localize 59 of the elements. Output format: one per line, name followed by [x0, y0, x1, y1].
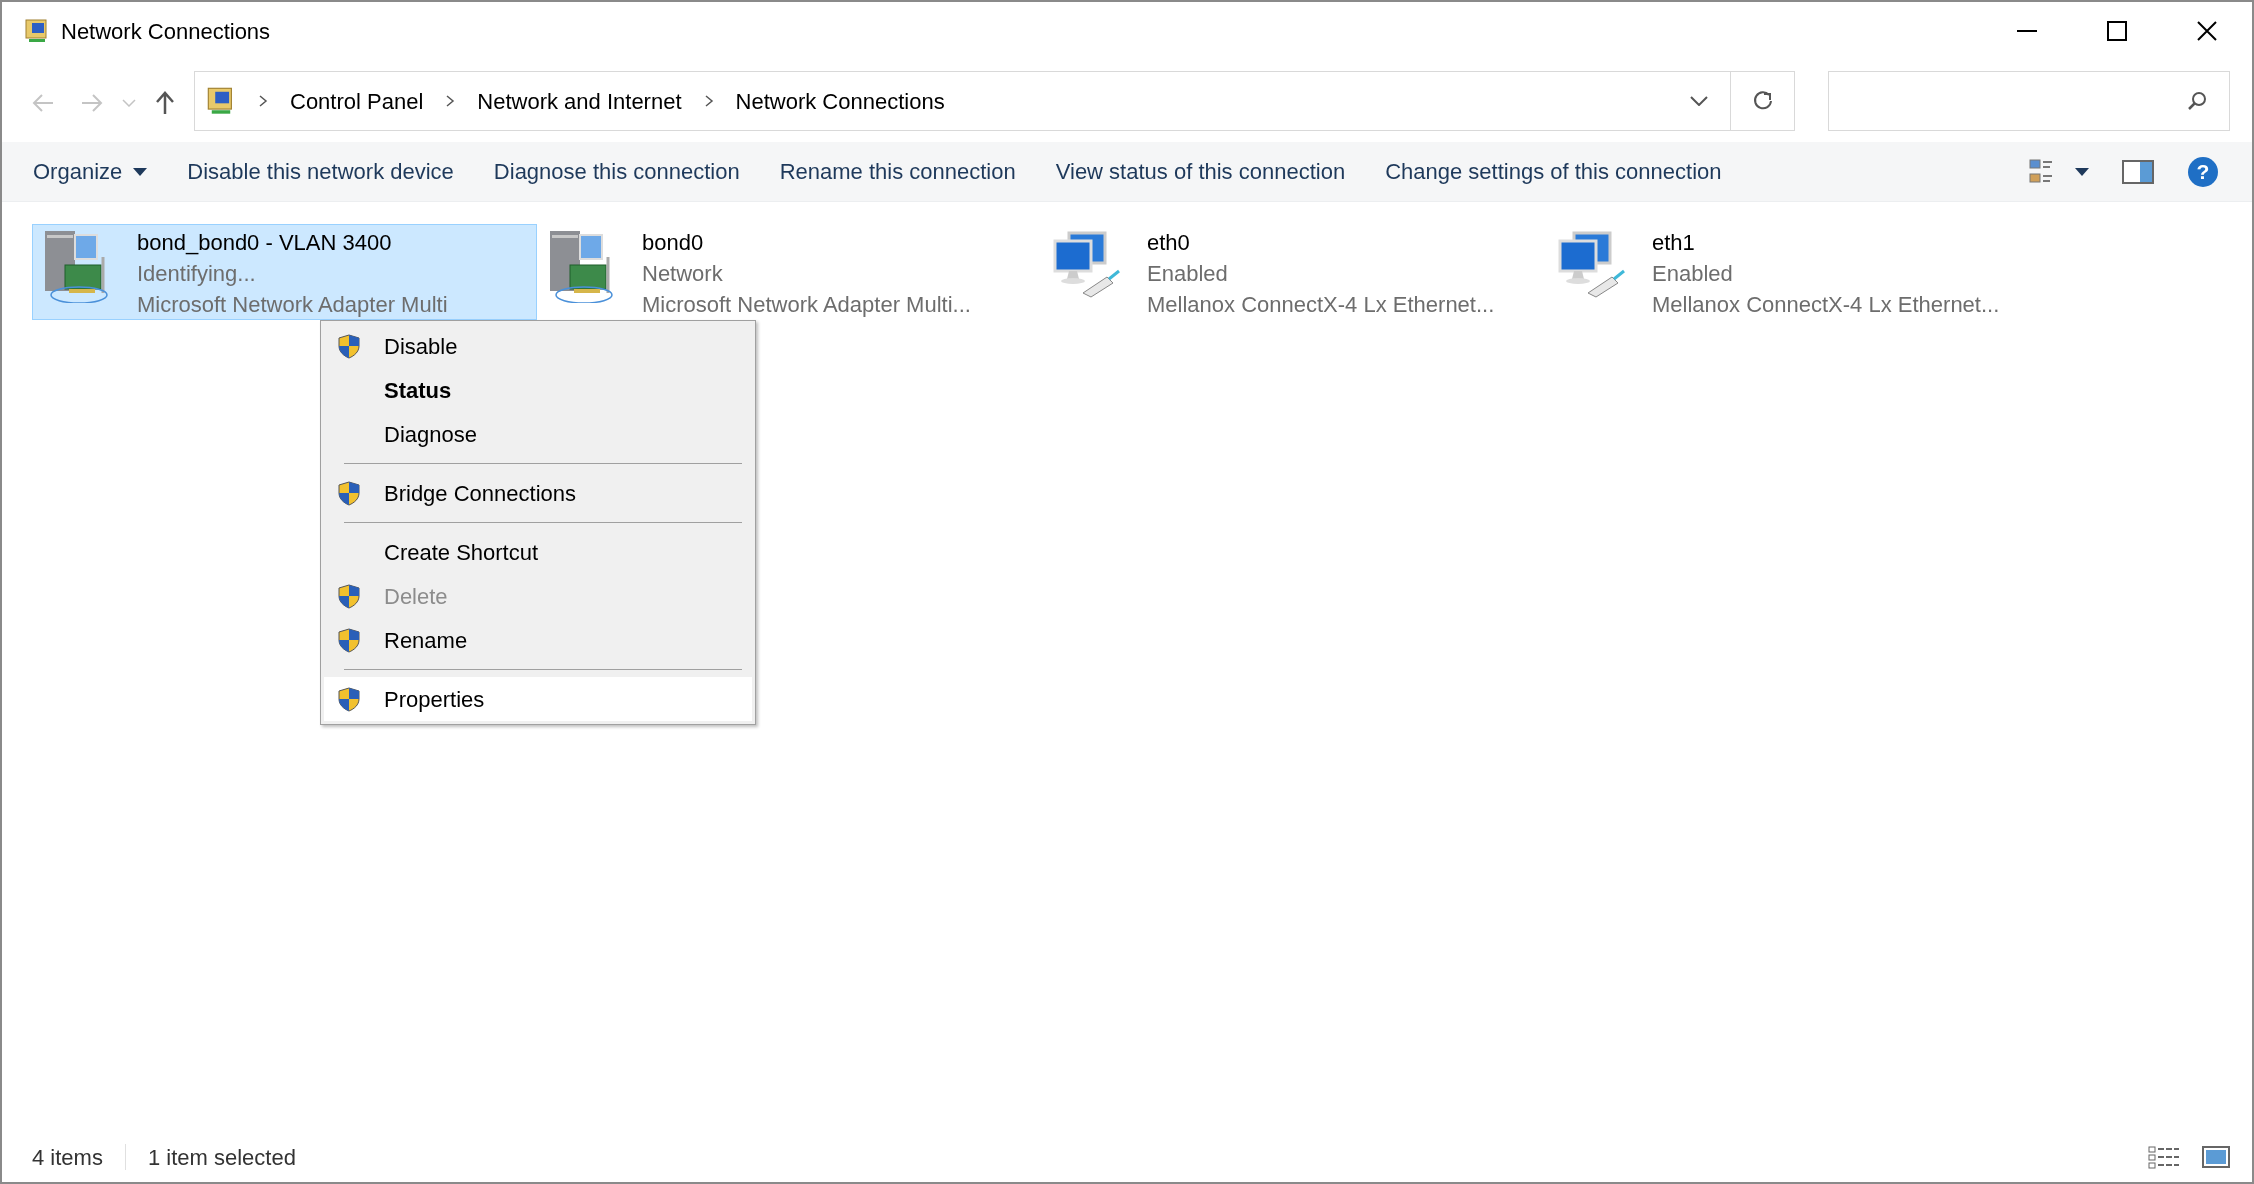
- menu-item[interactable]: Rename: [324, 618, 752, 662]
- caret-down-icon: [133, 167, 148, 176]
- toolbar-button[interactable]: View status of this connection: [1035, 155, 1366, 188]
- toolbar-button[interactable]: Organize: [13, 155, 168, 188]
- connection-name: bond_bond0 - VLAN 3400: [137, 229, 393, 257]
- connection-item[interactable]: eth0 Enabled Mellanox ConnectX-4 Lx Ethernet...: [1042, 224, 1547, 320]
- connection-item[interactable]: bond_bond0 - VLAN 3400 Identifying... Microsoft Network Adapter Multi: [32, 224, 537, 320]
- menu-item[interactable]: Properties: [324, 677, 752, 721]
- adapter-name: Mellanox ConnectX-4 Lx Ethernet...: [1652, 291, 2000, 319]
- menu-item[interactable]: Disable: [324, 324, 752, 368]
- search-field[interactable]: [1828, 71, 2230, 131]
- toolbar-button[interactable]: Disable this network device: [167, 155, 474, 188]
- connection-status: Identifying...: [137, 260, 257, 288]
- chevron-right-icon[interactable]: [258, 94, 268, 108]
- up-arrow-icon: [155, 90, 175, 115]
- change-view-button[interactable]: [2029, 157, 2089, 186]
- adapter-name: Mellanox ConnectX-4 Lx Ethernet...: [1147, 291, 1495, 319]
- breadcrumb-item[interactable]: Network Connections: [735, 84, 945, 118]
- connection-name: bond0: [642, 229, 705, 257]
- chevron-right-icon[interactable]: [445, 94, 456, 108]
- back-arrow-icon: [32, 92, 54, 113]
- maximize-icon: [2107, 21, 2127, 41]
- address-bar[interactable]: Control Panel Network and Internet Network Connections: [194, 71, 1795, 131]
- menu-item[interactable]: Diagnose: [324, 412, 752, 456]
- chevron-down-icon[interactable]: [1690, 96, 1708, 106]
- connection-name: eth0: [1147, 229, 1191, 257]
- details-view-icon: [2029, 157, 2053, 186]
- network-folder-icon: [24, 18, 50, 44]
- window-title: Network Connections: [61, 17, 271, 46]
- adapter-name: Microsoft Network Adapter Multi: [137, 291, 448, 319]
- connection-name: eth1: [1652, 229, 1696, 257]
- toolbar-button[interactable]: Diagnose this connection: [473, 155, 760, 188]
- minimize-icon: [2017, 30, 2037, 32]
- search-icon: [2187, 91, 2207, 111]
- selection-count: 1 item selected: [147, 1143, 296, 1172]
- breadcrumb-item[interactable]: Control Panel: [290, 84, 424, 118]
- caret-down-icon: [2075, 167, 2089, 176]
- toolbar-button[interactable]: Rename this connection: [759, 155, 1036, 188]
- help-icon[interactable]: ?: [2187, 155, 2219, 188]
- refresh-icon: [1751, 90, 1774, 112]
- menu-item[interactable]: Create Shortcut: [324, 530, 752, 574]
- close-icon: [2197, 21, 2217, 41]
- connection-status: Enabled: [1147, 260, 1229, 288]
- menu-item[interactable]: Bridge Connections: [324, 471, 752, 515]
- toolbar-button[interactable]: Change settings of this connection: [1365, 155, 1742, 188]
- large-icons-view-icon[interactable]: [2202, 1145, 2230, 1169]
- details-view-icon[interactable]: [2148, 1145, 2180, 1169]
- chevron-right-icon[interactable]: [703, 94, 714, 108]
- forward-arrow-icon: [81, 92, 103, 113]
- connection-item[interactable]: bond0 Network Microsoft Network Adapter Multi...: [537, 224, 1042, 320]
- preview-pane-icon[interactable]: [2122, 159, 2154, 184]
- connection-item[interactable]: eth1 Enabled Mellanox ConnectX-4 Lx Ethernet...: [1547, 224, 2052, 320]
- menu-item[interactable]: Status: [324, 368, 752, 412]
- chevron-down-icon: [122, 98, 136, 107]
- item-count: 4 items: [32, 1143, 103, 1172]
- breadcrumb-item[interactable]: Network and Internet: [477, 84, 682, 118]
- connection-status: Network: [642, 260, 724, 288]
- connection-status: Enabled: [1652, 260, 1734, 288]
- adapter-name: Microsoft Network Adapter Multi...: [642, 291, 971, 319]
